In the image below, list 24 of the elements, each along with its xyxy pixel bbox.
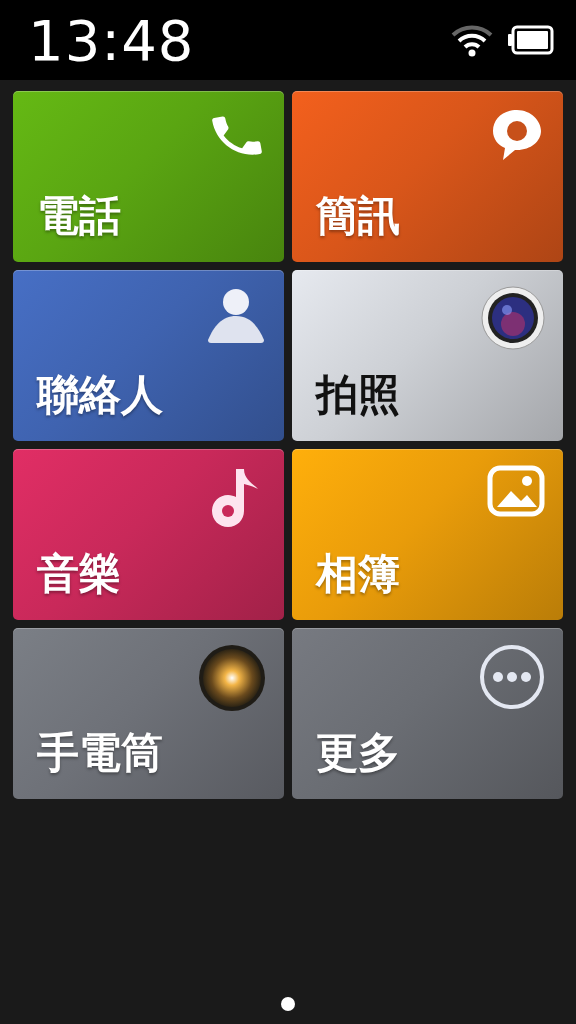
flashlight-lens-icon: [198, 644, 266, 712]
app-label: 更多: [316, 727, 400, 779]
app-tile[interactable]: 更多: [292, 628, 563, 799]
app-label: 電話: [37, 190, 121, 242]
picture-icon: [487, 465, 545, 517]
app-tile[interactable]: 手電筒: [13, 628, 284, 799]
wifi-icon: [450, 23, 494, 57]
clock-time: 13:48: [28, 7, 195, 73]
person-icon: [206, 286, 266, 344]
app-label: 聯絡人: [37, 369, 163, 421]
app-label: 手電筒: [37, 727, 163, 779]
app-label: 相簿: [316, 548, 400, 600]
app-label: 音樂: [37, 548, 121, 600]
app-label: 拍照: [316, 369, 400, 421]
app-tile[interactable]: 簡訊: [292, 91, 563, 262]
camera-lens-icon: [481, 286, 545, 350]
battery-icon: [508, 25, 554, 55]
app-label: 簡訊: [316, 190, 400, 242]
app-tile[interactable]: 音樂: [13, 449, 284, 620]
page-indicator-dot[interactable]: [281, 997, 295, 1011]
app-tile[interactable]: 電話: [13, 91, 284, 262]
app-tile[interactable]: 聯絡人: [13, 270, 284, 441]
app-tile[interactable]: 拍照: [292, 270, 563, 441]
more-icon: [479, 644, 545, 710]
